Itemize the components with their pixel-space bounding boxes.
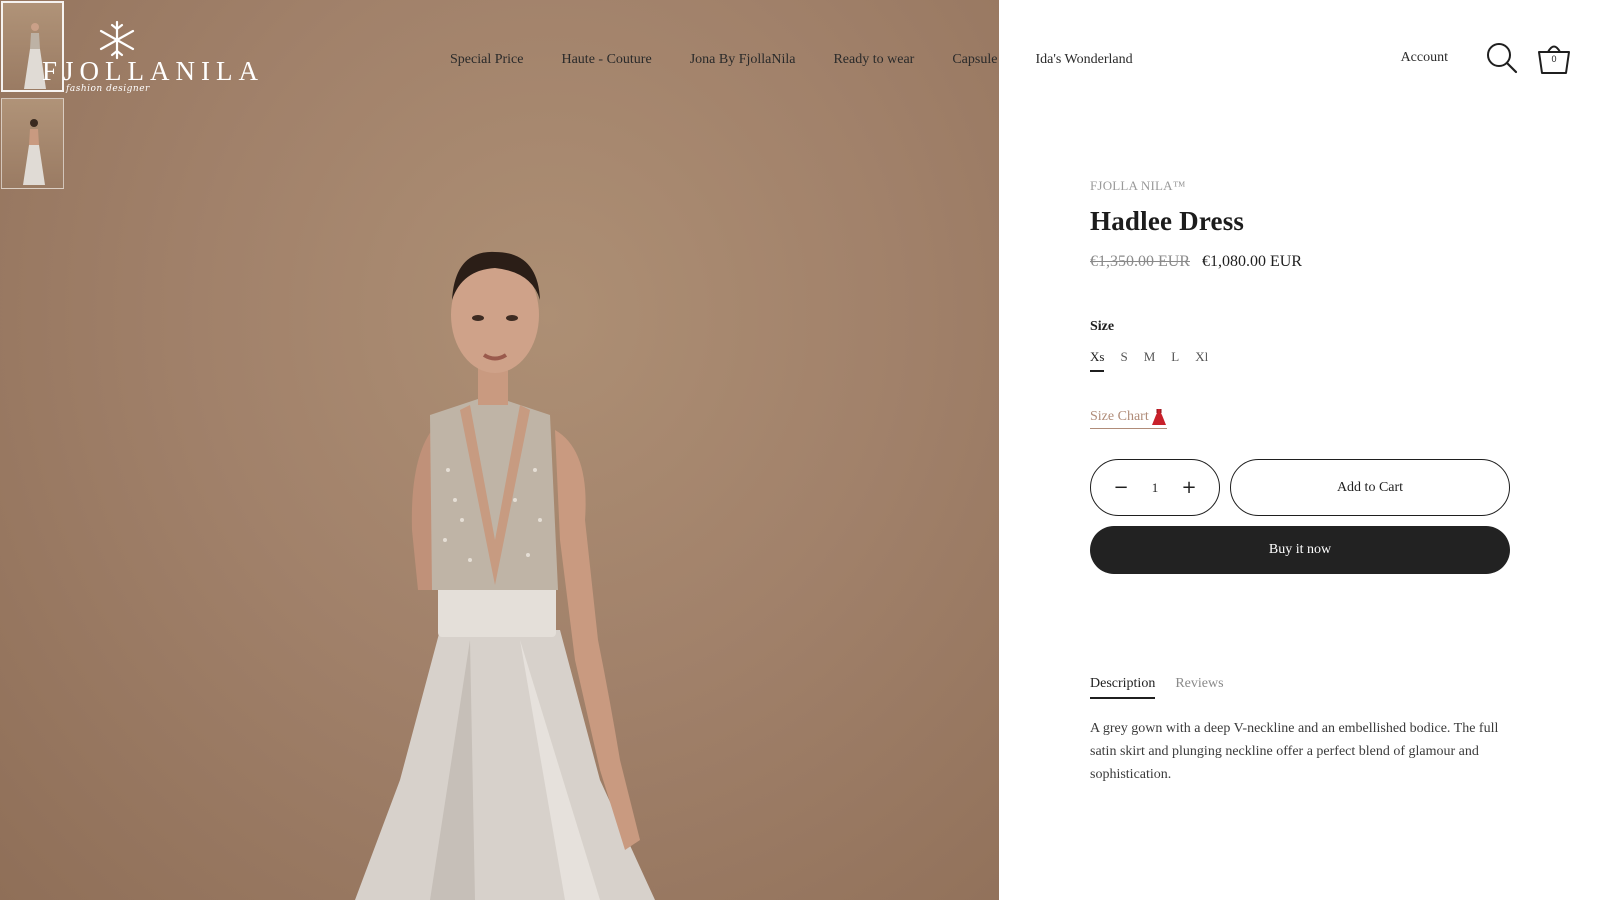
nav-item-capsule[interactable]: Capsule (952, 52, 997, 68)
size-chart-link[interactable]: Size Chart (1090, 408, 1167, 429)
thumbnail-dress-image (23, 119, 45, 185)
basket-icon[interactable]: 0 (1536, 40, 1572, 76)
add-to-cart-button[interactable]: Add to Cart (1230, 459, 1510, 516)
decrease-quantity-button[interactable]: − (1113, 477, 1129, 498)
account-link[interactable]: Account (1401, 50, 1448, 66)
product-info-panel: FJOLLA NILA™ Hadlee Dress €1,350.00 EUR … (1090, 178, 1510, 786)
model-in-gown-image (355, 251, 655, 900)
nav-item-haute-couture[interactable]: Haute - Couture (561, 52, 651, 68)
cart-count-badge: 0 (1551, 54, 1557, 64)
red-dress-icon (1151, 409, 1166, 425)
quantity-input[interactable] (1140, 479, 1170, 496)
nav-item-idas-wonderland[interactable]: Ida's Wonderland (1035, 52, 1132, 68)
quantity-stepper: − + (1090, 459, 1220, 516)
product-tabs: Description Reviews (1090, 676, 1510, 699)
nav-item-special-price[interactable]: Special Price (450, 52, 523, 68)
product-description: A grey gown with a deep V-neckline and a… (1090, 721, 1499, 782)
product-prices: €1,350.00 EUR €1,080.00 EUR (1090, 253, 1510, 271)
main-navigation: Special Price Haute - Couture Jona By Fj… (450, 52, 1133, 68)
increase-quantity-button[interactable]: + (1181, 477, 1197, 498)
header-actions: Account 0 (1401, 40, 1572, 76)
size-option-m[interactable]: M (1144, 349, 1156, 372)
size-selector: Xs S M L Xl (1090, 349, 1510, 372)
thumbnail-back[interactable] (1, 98, 64, 189)
nav-item-jona[interactable]: Jona By FjollaNila (690, 52, 796, 68)
tab-reviews[interactable]: Reviews (1175, 676, 1223, 699)
size-option-l[interactable]: L (1171, 349, 1179, 372)
size-chart-label: Size Chart (1090, 409, 1149, 424)
product-title: Hadlee Dress (1090, 206, 1245, 236)
size-option-s[interactable]: S (1120, 349, 1127, 372)
search-icon[interactable] (1486, 42, 1518, 74)
add-to-cart-row: − + Add to Cart (1090, 459, 1510, 516)
size-option-xs[interactable]: Xs (1090, 349, 1105, 372)
compare-at-price: €1,350.00 EUR (1090, 253, 1190, 270)
sale-price: €1,080.00 EUR (1202, 253, 1302, 270)
site-logo[interactable]: FJOLLANILA fashion designer (42, 20, 264, 94)
product-vendor: FJOLLA NILA™ (1090, 178, 1186, 193)
product-main-image[interactable] (0, 0, 999, 900)
size-option-xl[interactable]: Xl (1195, 349, 1208, 372)
logo-wordmark: FJOLLANILA (42, 56, 264, 86)
buy-it-now-button[interactable]: Buy it now (1090, 526, 1510, 574)
tab-description[interactable]: Description (1090, 676, 1156, 699)
nav-item-ready-to-wear[interactable]: Ready to wear (833, 52, 914, 68)
size-label: Size (1090, 319, 1115, 334)
snowflake-logo-icon (99, 20, 135, 60)
